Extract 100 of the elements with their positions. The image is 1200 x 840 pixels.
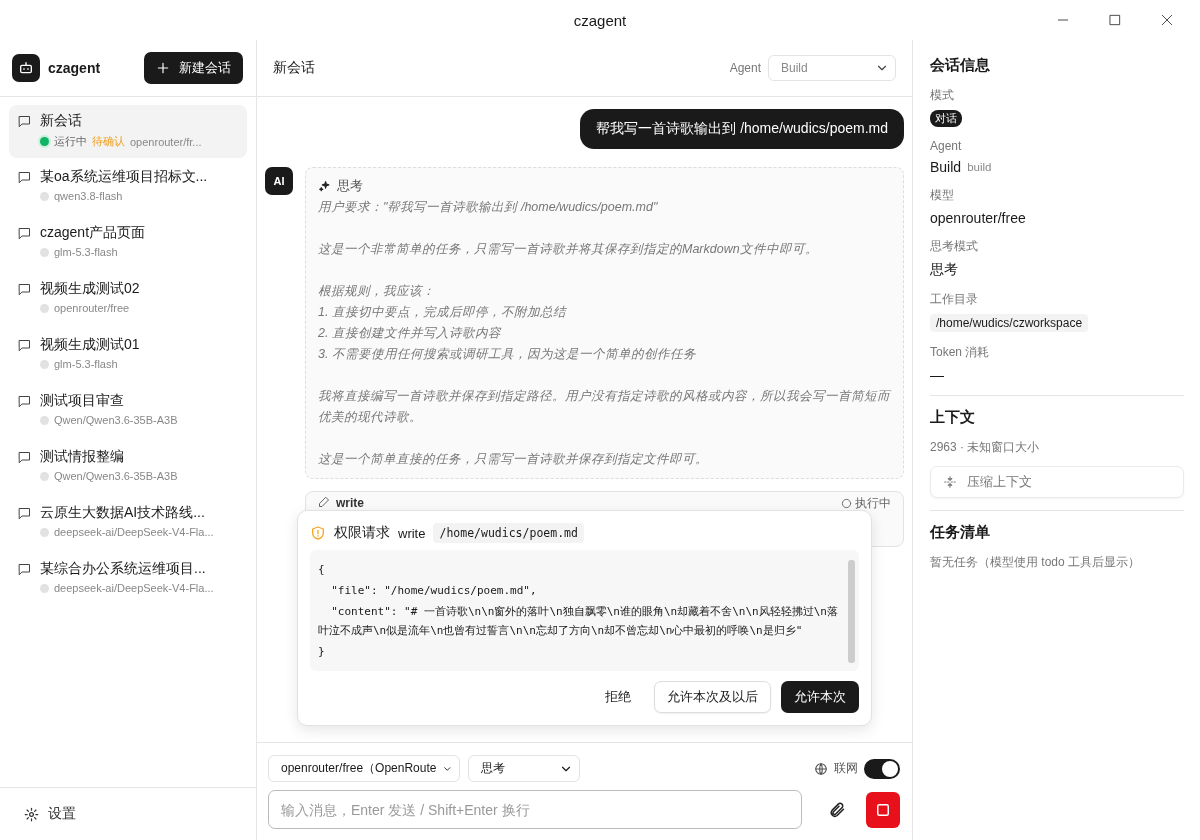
session-model: qwen3.8-flash	[54, 190, 123, 202]
permission-title: 权限请求	[334, 524, 390, 542]
chat-bubble-icon	[17, 114, 32, 129]
spinner-icon	[841, 497, 852, 509]
app-name: czagent	[48, 60, 102, 76]
mode-badge: 对话	[930, 110, 962, 127]
code-line: "content": "# 一首诗歌\n\n窗外的落叶\n独自飘零\n谁的眼角\n却藏着不舍\n\n风轻轻拂过\n落叶泣不成声\n似是流年\n也曾有过誓言\n\n忘却了方向\n却不曾忘却\n心中最初的呼唤\n是归乡"	[318, 604, 839, 639]
close-icon[interactable]	[1160, 13, 1174, 27]
thinking-text: 我将直接编写一首诗歌并保存到指定路径。用户没有指定诗歌的风格或内容，所以我会写一首简短而优美的现代诗歌。	[318, 388, 891, 426]
ai-avatar: AI	[265, 167, 293, 195]
tool-status: 执行中	[855, 496, 891, 510]
maximize-icon[interactable]	[1108, 13, 1122, 27]
chat-bubble-icon	[17, 394, 32, 409]
field-label: 模式	[930, 87, 955, 104]
message-input[interactable]: 输入消息，Enter 发送 / Shift+Enter 换行	[268, 790, 803, 829]
agent-label: Agent	[729, 61, 761, 75]
field-label: 思考模式	[930, 238, 979, 255]
session-item[interactable]: 云原生大数据AI技术路线... deepseek-ai/DeepSeek-V4-Fla...	[9, 497, 247, 550]
tool-name: write	[336, 496, 365, 510]
field-value: —	[930, 367, 945, 383]
plus-icon	[156, 61, 170, 75]
session-title: 新会话	[40, 112, 83, 130]
thinking-text: 这是一个简单直接的任务，只需写一首诗歌并保存到指定文件即可。	[318, 451, 709, 468]
agent-select[interactable]: Build	[768, 55, 896, 81]
session-model: deepseek-ai/DeepSeek-V4-Fla...	[54, 582, 214, 594]
web-toggle[interactable]	[864, 758, 900, 779]
session-item[interactable]: 测试情报整编 Qwen/Qwen3.6-35B-A3B	[9, 441, 247, 494]
session-item[interactable]: 新会话 运行中 待确认 openrouter/fr...	[9, 105, 247, 158]
thinking-text: 3. 不需要使用任何搜索或调研工具，因为这是一个简单的创作任务	[318, 346, 697, 363]
session-model: glm-5.3-flash	[54, 246, 118, 258]
chat-bubble-icon	[17, 282, 32, 297]
thinking-text: 1. 直接切中要点，完成后即停，不附加总结	[318, 304, 568, 321]
paperclip-icon[interactable]	[828, 800, 846, 819]
context-usage: 2963 · 未知窗口大小	[930, 439, 1041, 456]
session-model: openrouter/fr...	[130, 135, 202, 148]
section-title: 任务清单	[930, 523, 991, 542]
tool-name: write	[398, 525, 426, 541]
session-title: 某oa系统运维项目招标文...	[40, 168, 208, 186]
allow-always-button[interactable]: 允许本次及以后	[654, 681, 771, 713]
field-label: 模型	[930, 187, 955, 204]
thinking-text: 用户要求："帮我写一首诗歌输出到 /home/wudics/poem.md"	[318, 199, 659, 216]
session-model: Qwen/Qwen3.6-35B-A3B	[54, 414, 178, 426]
field-label: 工作目录	[930, 291, 979, 308]
session-item[interactable]: 测试项目审查 Qwen/Qwen3.6-35B-A3B	[9, 385, 247, 438]
section-title: 会话信息	[930, 56, 991, 75]
code-line: "file": "/home/wudics/poem.md",	[330, 583, 538, 599]
empty-tasks-text: 暂无任务（模型使用 todo 工具后显示）	[930, 554, 1142, 571]
session-item[interactable]: 某综合办公系统运维项目... deepseek-ai/DeepSeek-V4-Fla...	[9, 553, 247, 606]
compress-icon	[943, 475, 957, 489]
session-status: 运行中	[54, 134, 87, 149]
thinking-text: 这是一个非常简单的任务，只需写一首诗歌并将其保存到指定的Markdown文件中即可。	[318, 241, 819, 258]
field-label: Agent	[930, 139, 963, 153]
session-item[interactable]: 视频生成测试01 glm-5.3-flash	[9, 329, 247, 382]
field-value: Build	[930, 159, 962, 175]
scrollbar[interactable]	[848, 560, 855, 663]
user-message: 帮我写一首诗歌输出到 /home/wudics/poem.md	[580, 109, 904, 149]
chat-bubble-icon	[17, 170, 32, 185]
settings-button[interactable]: 设置	[24, 805, 76, 823]
model-select[interactable]: openrouter/free（OpenRoute	[268, 755, 460, 782]
shield-icon	[310, 525, 326, 541]
session-title: 测试情报整编	[40, 448, 125, 466]
session-model: Qwen/Qwen3.6-35B-A3B	[54, 470, 178, 482]
session-model: deepseek-ai/DeepSeek-V4-Fla...	[54, 526, 214, 538]
compress-context-button[interactable]: 压缩上下文	[930, 466, 1184, 498]
thinking-text: 根据规则，我应该：	[318, 283, 436, 300]
directory-path: /home/wudics/czworkspace	[930, 314, 1089, 332]
stop-button[interactable]	[865, 791, 900, 828]
session-title: 视频生成测试01	[40, 336, 140, 354]
sparkle-icon	[318, 180, 331, 193]
field-value: 思考	[930, 261, 959, 279]
chat-bubble-icon	[17, 226, 32, 241]
session-model: openrouter/free	[54, 302, 130, 314]
section-title: 上下文	[930, 408, 976, 427]
web-label: 联网	[834, 760, 858, 777]
settings-icon	[24, 806, 39, 822]
code-line: }	[318, 644, 326, 660]
thinking-select[interactable]: 思考	[468, 755, 580, 782]
field-label: Token 消耗	[930, 344, 991, 361]
session-model: glm-5.3-flash	[54, 358, 118, 370]
session-title: 测试项目审查	[40, 392, 125, 410]
globe-icon	[814, 761, 828, 776]
session-item[interactable]: 某oa系统运维项目招标文... qwen3.8-flash	[9, 161, 247, 214]
robot-logo-icon	[12, 54, 40, 82]
chat-title: 新会话	[273, 59, 315, 77]
pen-icon	[318, 496, 330, 508]
allow-once-button[interactable]: 允许本次	[781, 681, 859, 713]
session-title: 视频生成测试02	[40, 280, 140, 298]
file-path: /home/wudics/poem.md	[433, 523, 584, 543]
chat-bubble-icon	[17, 338, 32, 353]
chat-bubble-icon	[17, 450, 32, 465]
session-item[interactable]: czagent产品页面 glm-5.3-flash	[9, 217, 247, 270]
agent-id: build	[967, 161, 992, 173]
session-title: 云原生大数据AI技术路线...	[40, 504, 206, 522]
thinking-text: 2. 直接创建文件并写入诗歌内容	[318, 325, 503, 342]
new-chat-button[interactable]: 新建会话	[144, 52, 243, 84]
pending-label: 待确认	[92, 134, 125, 149]
code-line: {	[318, 562, 326, 578]
chat-bubble-icon	[17, 506, 32, 521]
session-item[interactable]: 视频生成测试02 openrouter/free	[9, 273, 247, 326]
chat-bubble-icon	[17, 562, 32, 577]
